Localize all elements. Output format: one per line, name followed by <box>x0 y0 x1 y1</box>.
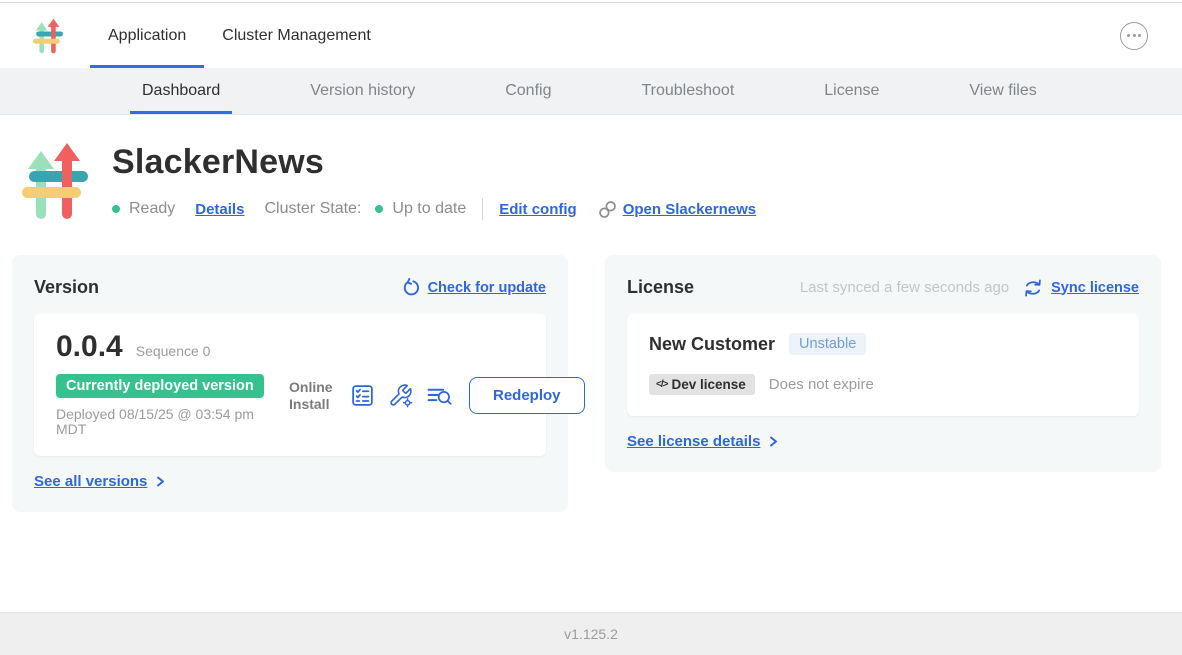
deployed-timestamp: Deployed 08/15/25 @ 03:54 pm MDT <box>56 407 261 438</box>
check-for-update-link[interactable]: Check for update <box>428 280 546 296</box>
slackernews-logo-icon-large <box>22 141 88 221</box>
subnav-version-history[interactable]: Version history <box>298 68 427 114</box>
last-synced-text: Last synced a few seconds ago <box>800 279 1009 296</box>
sync-license-link[interactable]: Sync license <box>1051 280 1139 296</box>
code-icon: </> <box>656 379 667 390</box>
edit-config-link[interactable]: Edit config <box>499 201 577 218</box>
install-type-label: Online Install <box>289 379 337 411</box>
cluster-state-dot <box>375 205 383 213</box>
ellipsis-icon <box>1127 34 1130 37</box>
details-link[interactable]: Details <box>195 201 244 218</box>
app-subnav: Dashboard Version history Config Trouble… <box>0 68 1182 115</box>
license-card-title: License <box>627 277 694 298</box>
see-all-versions-link[interactable]: See all versions <box>34 473 147 490</box>
tab-application-label: Application <box>108 27 186 45</box>
tab-cluster-management-label: Cluster Management <box>222 27 371 45</box>
version-card-title: Version <box>34 277 99 298</box>
version-number: 0.0.4 <box>56 330 123 364</box>
subnav-dashboard[interactable]: Dashboard <box>130 68 232 114</box>
slackernews-logo-icon <box>33 16 63 56</box>
subnav-troubleshoot[interactable]: Troubleshoot <box>629 68 746 114</box>
page-title: SlackerNews <box>112 143 756 182</box>
edit-config-button[interactable] <box>388 383 413 408</box>
checklist-icon <box>350 383 375 408</box>
chevron-right-icon <box>154 475 166 488</box>
customer-name: New Customer <box>649 334 775 355</box>
header-tabs: Application Cluster Management <box>90 3 389 68</box>
version-sequence: Sequence 0 <box>136 343 211 359</box>
app-status-row: Ready Details Cluster State: Up to date … <box>112 198 756 220</box>
link-icon <box>597 199 618 220</box>
app-footer: v1.125.2 <box>0 612 1182 655</box>
deployed-badge: Currently deployed version <box>56 374 264 398</box>
license-card: License Last synced a few seconds ago Sy… <box>605 255 1161 472</box>
cluster-state-label: Cluster State: <box>264 200 361 218</box>
status-divider <box>482 198 483 220</box>
more-menu-button[interactable] <box>1120 22 1148 50</box>
logs-search-icon <box>426 383 453 408</box>
app-hero: SlackerNews Ready Details Cluster State:… <box>0 115 1182 221</box>
redeploy-button[interactable]: Redeploy <box>469 377 585 414</box>
subnav-license[interactable]: License <box>812 68 891 114</box>
wrench-gear-icon <box>388 383 413 408</box>
tab-cluster-management[interactable]: Cluster Management <box>204 3 389 68</box>
see-license-details-link[interactable]: See license details <box>627 433 760 450</box>
app-header: Application Cluster Management <box>0 3 1182 68</box>
subnav-view-files[interactable]: View files <box>957 68 1048 114</box>
refresh-icon <box>401 278 420 297</box>
view-logs-button[interactable] <box>426 383 453 408</box>
app-logo <box>33 16 63 56</box>
current-version-panel: 0.0.4 Sequence 0 Currently deployed vers… <box>34 314 546 456</box>
license-expiry: Does not expire <box>769 376 874 393</box>
license-panel: New Customer Unstable </> Dev license Do… <box>627 314 1139 416</box>
console-version: v1.125.2 <box>564 626 618 642</box>
cluster-state-value: Up to date <box>392 200 466 218</box>
version-card: Version Check for update 0.0.4 Sequence … <box>12 255 568 512</box>
subnav-config[interactable]: Config <box>493 68 563 114</box>
license-type-badge: </> Dev license <box>649 374 755 395</box>
sync-icon <box>1023 278 1043 298</box>
channel-badge: Unstable <box>789 333 866 355</box>
app-state-text: Ready <box>129 200 175 218</box>
tab-application[interactable]: Application <box>90 3 204 68</box>
preflight-checks-button[interactable] <box>350 383 375 408</box>
chevron-right-icon <box>767 435 779 448</box>
open-app-link[interactable]: Open Slackernews <box>623 201 756 218</box>
dashboard-cards: Version Check for update 0.0.4 Sequence … <box>0 255 1182 512</box>
app-state-dot <box>112 205 120 213</box>
